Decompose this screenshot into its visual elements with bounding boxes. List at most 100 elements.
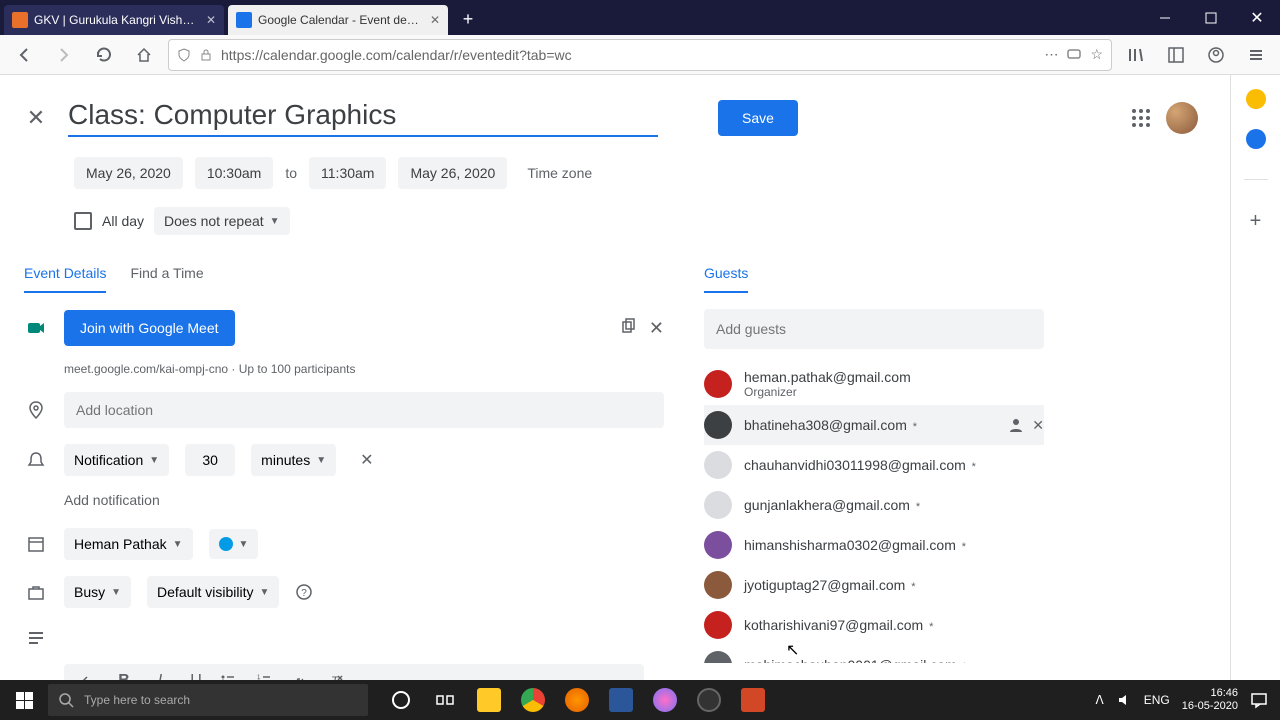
add-guests-input[interactable]: [704, 309, 1044, 349]
language-indicator[interactable]: ENG: [1144, 693, 1170, 707]
start-time[interactable]: 10:30am: [195, 157, 273, 189]
tray-expand-icon[interactable]: ᐱ: [1095, 693, 1103, 707]
guest-item[interactable]: mahimachauhan0001@gmail.com *: [704, 645, 1044, 663]
powerpoint-icon[interactable]: [732, 680, 774, 720]
save-pocket-icon[interactable]: [1066, 47, 1082, 63]
guest-item[interactable]: jyotiguptag27@gmail.com *: [704, 565, 1044, 605]
guest-item[interactable]: chauhanvidhi03011998@gmail.com *: [704, 445, 1044, 485]
briefcase-icon: [24, 582, 48, 602]
home-button[interactable]: [128, 39, 160, 71]
notification-icon: [24, 450, 48, 470]
guest-avatar: [704, 451, 732, 479]
bookmark-star-icon[interactable]: ☆: [1090, 46, 1103, 63]
guests-tab[interactable]: Guests: [704, 265, 748, 293]
google-apps-icon[interactable]: [1132, 109, 1150, 127]
sidebar-icon[interactable]: [1160, 39, 1192, 71]
guest-list: heman.pathak@gmail.comOrganizerbhatineha…: [704, 363, 1044, 663]
to-label: to: [285, 165, 297, 181]
add-notification-link[interactable]: Add notification: [64, 492, 664, 508]
guest-remove-icon[interactable]: ✕: [1032, 417, 1044, 434]
tab-title: Google Calendar - Event details: [258, 13, 422, 27]
keep-icon[interactable]: [1246, 89, 1266, 109]
browser-tab-active[interactable]: Google Calendar - Event details ✕: [228, 5, 448, 35]
allday-checkbox[interactable]: [74, 212, 92, 230]
account-icon[interactable]: [1200, 39, 1232, 71]
word-icon[interactable]: [600, 680, 642, 720]
calendar-icon: [24, 534, 48, 554]
user-avatar[interactable]: [1166, 102, 1198, 134]
event-title-input[interactable]: [68, 99, 658, 137]
svg-text:?: ?: [302, 588, 308, 599]
maximize-button[interactable]: [1188, 0, 1234, 35]
close-window-button[interactable]: ✕: [1234, 0, 1280, 35]
tab-close-icon[interactable]: ✕: [430, 13, 440, 27]
close-event-button[interactable]: ✕: [24, 105, 48, 131]
join-meet-button[interactable]: Join with Google Meet: [64, 310, 235, 346]
action-center-icon[interactable]: [1250, 691, 1268, 709]
menu-icon[interactable]: [1240, 39, 1272, 71]
library-icon[interactable]: [1120, 39, 1152, 71]
favicon: [236, 12, 252, 28]
chrome-icon[interactable]: [512, 680, 554, 720]
forward-button: [48, 39, 80, 71]
guest-item[interactable]: kotharishivani97@gmail.com *: [704, 605, 1044, 645]
chevron-down-icon: ▼: [149, 455, 159, 466]
explorer-icon[interactable]: [468, 680, 510, 720]
guest-toggle-icon[interactable]: [1008, 417, 1024, 434]
copy-link-icon[interactable]: [619, 318, 637, 339]
start-button[interactable]: [0, 680, 48, 720]
volume-icon[interactable]: [1116, 692, 1132, 708]
save-button[interactable]: Save: [718, 100, 798, 136]
notification-type-dropdown[interactable]: Notification▼: [64, 444, 169, 476]
guest-avatar: [704, 531, 732, 559]
minimize-button[interactable]: [1142, 0, 1188, 35]
tab-event-details[interactable]: Event Details: [24, 265, 106, 293]
remove-meet-icon[interactable]: ✕: [649, 318, 664, 339]
back-button[interactable]: [8, 39, 40, 71]
guest-item[interactable]: bhatineha308@gmail.com *✕: [704, 405, 1044, 445]
guest-item[interactable]: heman.pathak@gmail.comOrganizer: [704, 363, 1044, 405]
location-input[interactable]: [64, 392, 664, 428]
busy-dropdown[interactable]: Busy▼: [64, 576, 131, 608]
guest-info: chauhanvidhi03011998@gmail.com *: [744, 457, 1044, 473]
guest-item[interactable]: gunjanlakhera@gmail.com *: [704, 485, 1044, 525]
remove-notification-icon[interactable]: ✕: [360, 450, 373, 470]
repeat-dropdown[interactable]: Does not repeat▼: [154, 207, 290, 235]
firefox-icon[interactable]: [556, 680, 598, 720]
end-date[interactable]: May 26, 2020: [398, 157, 507, 189]
new-tab-button[interactable]: +: [454, 5, 482, 33]
tab-close-icon[interactable]: ✕: [206, 13, 216, 27]
tab-find-time[interactable]: Find a Time: [130, 265, 203, 293]
calendar-color-dropdown[interactable]: ▼: [209, 529, 259, 559]
taskbar-search[interactable]: Type here to search: [48, 684, 368, 716]
end-time[interactable]: 11:30am: [309, 157, 386, 189]
help-icon[interactable]: ?: [295, 583, 313, 601]
meet-icon: [24, 318, 48, 338]
more-icon[interactable]: ⋯: [1044, 46, 1058, 63]
cortana-icon[interactable]: [380, 680, 422, 720]
browser-tab[interactable]: GKV | Gurukula Kangri Vishwavidya ✕: [4, 5, 224, 35]
toolbar-icons: [1120, 39, 1272, 71]
tasks-icon[interactable]: [1246, 129, 1266, 149]
taskbar-clock[interactable]: 16:46 16-05-2020: [1182, 687, 1238, 713]
notification-unit-dropdown[interactable]: minutes▼: [251, 444, 336, 476]
chevron-down-icon: ▼: [270, 216, 280, 227]
visibility-dropdown[interactable]: Default visibility▼: [147, 576, 279, 608]
meet-link-text: meet.google.com/kai-ompj-cno · Up to 100…: [64, 362, 664, 376]
chevron-down-icon: ▼: [111, 587, 121, 598]
search-placeholder: Type here to search: [84, 693, 190, 707]
tab-title: GKV | Gurukula Kangri Vishwavidya: [34, 13, 198, 27]
location-icon: [24, 400, 48, 420]
reload-button[interactable]: [88, 39, 120, 71]
add-addon-icon[interactable]: +: [1250, 210, 1262, 233]
guest-item[interactable]: himanshisharma0302@gmail.com *: [704, 525, 1044, 565]
notification-value-input[interactable]: [185, 444, 235, 476]
url-bar[interactable]: https://calendar.google.com/calendar/r/e…: [168, 39, 1112, 71]
timezone-link[interactable]: Time zone: [527, 165, 592, 181]
shield-icon: [177, 48, 191, 62]
obs-icon[interactable]: [688, 680, 730, 720]
task-view-icon[interactable]: [424, 680, 466, 720]
start-date[interactable]: May 26, 2020: [74, 157, 183, 189]
calendar-owner-dropdown[interactable]: Heman Pathak▼: [64, 528, 193, 560]
app-icon[interactable]: [644, 680, 686, 720]
